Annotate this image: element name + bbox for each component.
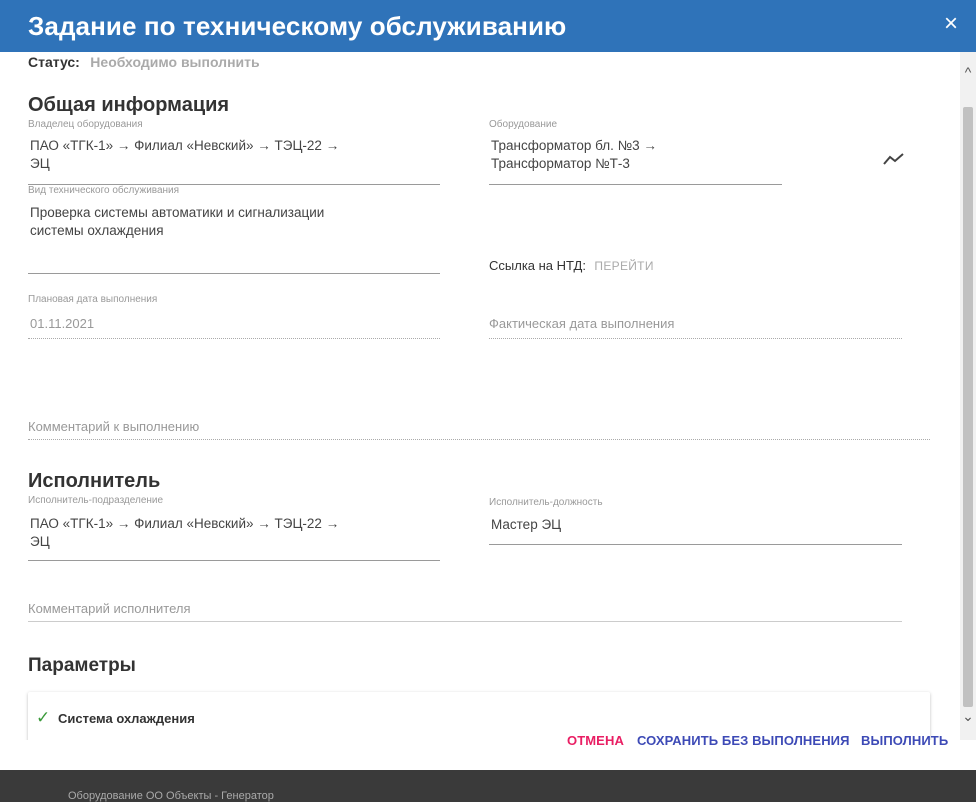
status-value: Необходимо выполнить bbox=[90, 54, 260, 70]
planned-date-field[interactable]: 01.11.2021 bbox=[28, 316, 440, 339]
ntd-label: Ссылка на НТД: bbox=[489, 258, 586, 273]
actual-date-field[interactable]: Фактическая дата выполнения bbox=[489, 316, 902, 339]
dialog-title: Задание по техническому обслуживанию bbox=[28, 10, 567, 41]
ntd-go-link[interactable]: ПЕРЕЙТИ bbox=[594, 259, 653, 273]
cancel-button[interactable]: ОТМЕНА bbox=[567, 733, 624, 748]
maintenance-task-dialog: Задание по техническому обслуживанию × С… bbox=[0, 0, 976, 770]
equipment-value-line1: Трансформатор бл. №3 → bbox=[491, 138, 657, 153]
close-icon[interactable]: × bbox=[944, 12, 958, 36]
maintenance-type-field[interactable]: Проверка системы автоматики и сигнализац… bbox=[28, 204, 440, 274]
execute-button[interactable]: ВЫПОЛНИТЬ bbox=[861, 733, 948, 748]
planned-date-label: Плановая дата выполнения bbox=[28, 294, 158, 305]
scroll-down-icon[interactable]: ⌄ bbox=[960, 708, 976, 724]
dialog-header: Задание по техническому обслуживанию × bbox=[0, 0, 976, 52]
status-row: Статус: Необходимо выполнить bbox=[28, 54, 260, 72]
executor-division-line2: ЭЦ bbox=[30, 534, 50, 549]
executor-heading: Исполнитель bbox=[28, 470, 161, 492]
background-text: Оборудование ОО Объекты - Генератор bbox=[68, 790, 274, 802]
executor-division-line1: ПАО «ТГК-1» → Филиал «Невский» → ТЭЦ-22 … bbox=[30, 516, 340, 531]
executor-comment-field[interactable]: Комментарий исполнителя bbox=[28, 601, 902, 622]
scrollbar[interactable]: ^ ⌄ bbox=[960, 52, 976, 740]
owner-value-line2: ЭЦ bbox=[30, 156, 50, 171]
completion-comment-field[interactable]: Комментарий к выполнению bbox=[28, 419, 930, 440]
equipment-label: Оборудование bbox=[489, 119, 558, 130]
completion-comment-placeholder: Комментарий к выполнению bbox=[28, 419, 200, 434]
save-without-execution-button[interactable]: СОХРАНИТЬ БЕЗ ВЫПОЛНЕНИЯ bbox=[637, 733, 850, 748]
owner-field[interactable]: ПАО «ТГК-1» → Филиал «Невский» → ТЭЦ-22 … bbox=[28, 137, 440, 185]
parameters-heading: Параметры bbox=[28, 655, 136, 676]
trend-icon[interactable] bbox=[883, 152, 905, 171]
checkmark-icon: ✓ bbox=[36, 708, 51, 727]
equipment-field[interactable]: Трансформатор бл. №3 → Трансформатор №Т-… bbox=[489, 137, 782, 185]
dialog-content: Статус: Необходимо выполнить Общая инфор… bbox=[0, 52, 960, 740]
maintenance-type-label: Вид технического обслуживания bbox=[28, 185, 180, 196]
status-label: Статус: bbox=[28, 54, 80, 70]
ntd-row: Ссылка на НТД: ПЕРЕЙТИ bbox=[489, 257, 654, 275]
executor-position-value: Мастер ЭЦ bbox=[491, 517, 562, 532]
scrollbar-thumb[interactable] bbox=[963, 107, 973, 707]
maintenance-type-line1: Проверка системы автоматики и сигнализац… bbox=[30, 205, 325, 220]
scroll-up-icon[interactable]: ^ bbox=[960, 64, 976, 80]
executor-division-label: Исполнитель-подразделение bbox=[28, 495, 164, 506]
maintenance-type-line2: системы охлаждения bbox=[30, 223, 164, 238]
planned-date-value: 01.11.2021 bbox=[30, 316, 95, 331]
general-info-heading: Общая информация bbox=[28, 94, 230, 116]
parameter-label: Система охлаждения bbox=[58, 711, 195, 726]
executor-position-label: Исполнитель-должность bbox=[489, 497, 603, 508]
owner-label: Владелец оборудования bbox=[28, 119, 143, 130]
owner-value-line1: ПАО «ТГК-1» → Филиал «Невский» → ТЭЦ-22 … bbox=[30, 138, 340, 153]
executor-division-field[interactable]: ПАО «ТГК-1» → Филиал «Невский» → ТЭЦ-22 … bbox=[28, 515, 440, 561]
executor-comment-placeholder: Комментарий исполнителя bbox=[28, 601, 191, 616]
equipment-value-line2: Трансформатор №Т-3 bbox=[491, 156, 630, 171]
executor-position-field[interactable]: Мастер ЭЦ bbox=[489, 516, 902, 545]
actual-date-placeholder: Фактическая дата выполнения bbox=[489, 316, 675, 331]
